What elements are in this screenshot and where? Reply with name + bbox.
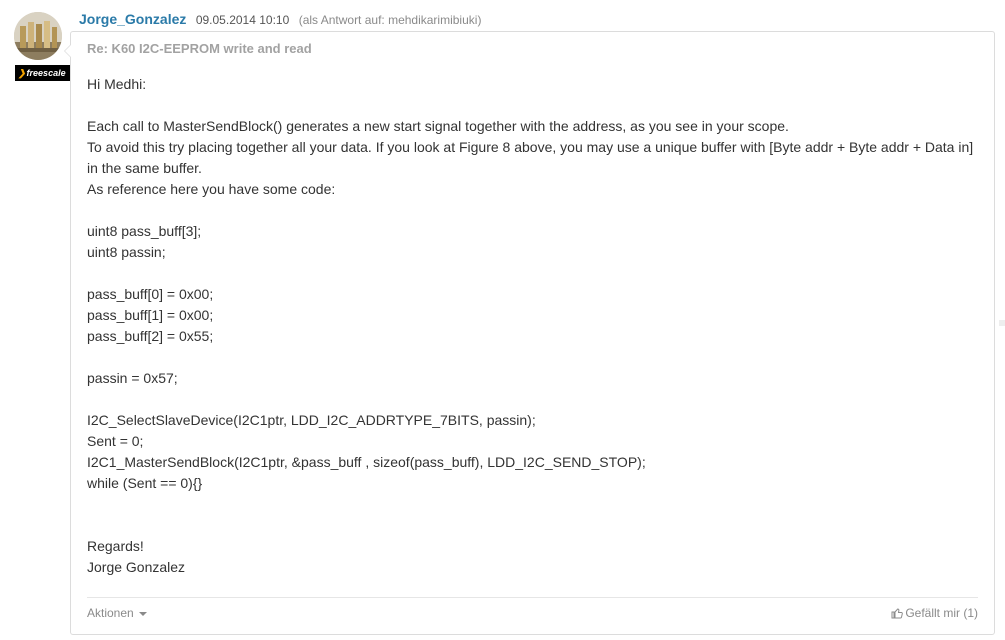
freescale-logo-icon: ❯ [18, 68, 26, 78]
body-line: pass_buff[2] = 0x55; [87, 328, 214, 344]
like-button[interactable]: Gefällt mir (1) [891, 606, 978, 620]
post-card: Re: K60 I2C-EEPROM write and read Hi Med… [64, 31, 995, 635]
body-line: while (Sent == 0){} [87, 475, 203, 491]
scrollbar-hint [999, 320, 1005, 326]
actions-menu-button[interactable]: Aktionen [87, 606, 147, 620]
caret-down-icon [138, 611, 147, 616]
reply-to-link[interactable]: (als Antwort auf: mehdikarimibiuki) [299, 13, 482, 27]
post-header: Jorge_Gonzalez 09.05.2014 10:10 (als Ant… [79, 10, 481, 28]
thumbs-up-icon [891, 608, 904, 619]
body-line: To avoid this try placing together all y… [87, 139, 974, 176]
body-line: uint8 pass_buff[3]; [87, 223, 202, 239]
body-line: Each call to MasterSendBlock() generates… [87, 118, 789, 134]
body-line: Regards! [87, 538, 144, 554]
post-footer: Aktionen Gefällt mir (1) [87, 597, 978, 634]
like-label: Gefällt mir (1) [905, 606, 978, 620]
freescale-badge: ❯freescale [15, 65, 70, 81]
post-subject: Re: K60 I2C-EEPROM write and read [87, 41, 312, 56]
actions-label: Aktionen [87, 606, 134, 620]
body-line: As reference here you have some code: [87, 181, 336, 197]
body-line: Jorge Gonzalez [87, 559, 186, 575]
post-date: 09.05.2014 10:10 [195, 13, 290, 27]
post-body: Hi Medhi: Each call to MasterSendBlock() … [87, 74, 977, 578]
author-link[interactable]: Jorge_Gonzalez [79, 11, 186, 27]
body-line: pass_buff[0] = 0x00; [87, 286, 214, 302]
author-avatar[interactable] [14, 12, 62, 60]
body-line: passin = 0x57; [87, 370, 178, 386]
body-line: pass_buff[1] = 0x00; [87, 307, 214, 323]
body-line: uint8 passin; [87, 244, 166, 260]
body-line: Hi Medhi: [87, 76, 147, 92]
badge-label: freescale [26, 68, 66, 78]
body-line: Sent = 0; [87, 433, 144, 449]
body-line: I2C_SelectSlaveDevice(I2C1ptr, LDD_I2C_A… [87, 412, 536, 428]
body-line: I2C1_MasterSendBlock(I2C1ptr, &pass_buff… [87, 454, 646, 470]
